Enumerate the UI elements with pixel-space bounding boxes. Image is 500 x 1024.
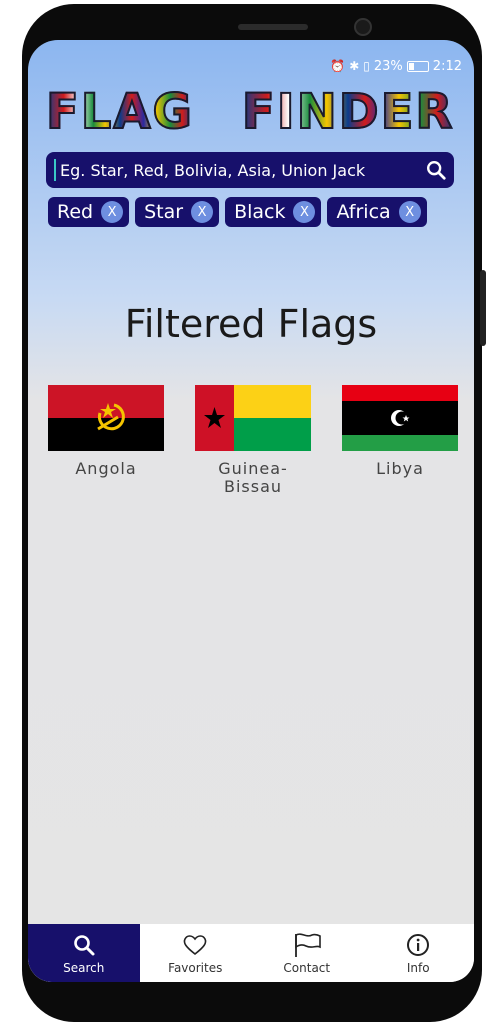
battery-icon: [406, 60, 429, 72]
logo-word-flag: FLAG: [45, 84, 194, 140]
nav-label: Contact: [283, 960, 331, 975]
remove-filter-button[interactable]: X: [191, 201, 214, 223]
flag-name: Angola: [75, 459, 137, 478]
nav-search[interactable]: Search: [28, 924, 140, 982]
search-bar: [46, 152, 454, 188]
nav-info[interactable]: Info: [363, 924, 475, 982]
flag-card-angola[interactable]: Angola: [48, 385, 164, 496]
remove-filter-button[interactable]: X: [398, 201, 421, 223]
remove-filter-button[interactable]: X: [293, 201, 316, 223]
app-logo: FLAG FINDER: [45, 84, 456, 140]
filter-chip-star: Star X: [135, 197, 220, 227]
filter-chip-label: Star: [144, 201, 184, 223]
flag-name: Guinea- Bissau: [218, 459, 288, 496]
guinea-bissau-flag-image: [195, 385, 311, 451]
filter-chip-red: Red X: [48, 197, 130, 227]
nav-label: Favorites: [168, 960, 223, 975]
results-grid: Angola Guinea- Bissau Libya: [48, 385, 458, 496]
flag-icon: [292, 932, 322, 958]
flag-card-guinea-bissau[interactable]: Guinea- Bissau: [195, 385, 311, 496]
search-input[interactable]: [56, 160, 418, 180]
bluetooth-icon: ✱: [349, 59, 360, 73]
filter-chip-black: Black X: [225, 197, 322, 227]
app-screen: ⏰ ✱ ▯ 23% 2:12 FLAG FINDER Red X Star X …: [28, 40, 474, 982]
search-icon: [72, 932, 96, 958]
section-title: Filtered Flags: [124, 302, 378, 346]
status-bar: ⏰ ✱ ▯ 23% 2:12: [330, 58, 462, 74]
filter-chip-label: Black: [234, 201, 286, 223]
nav-label: Search: [63, 960, 105, 975]
libya-flag-image: [342, 385, 458, 451]
search-icon: [427, 161, 446, 180]
side-button: [480, 270, 486, 346]
flag-card-libya[interactable]: Libya: [342, 385, 458, 496]
filter-chip-label: Africa: [336, 201, 391, 223]
clock: 2:12: [432, 58, 462, 74]
remove-filter-button[interactable]: X: [101, 201, 124, 223]
nav-contact[interactable]: Contact: [251, 924, 363, 982]
flag-name: Libya: [376, 459, 424, 478]
speaker: [238, 24, 308, 30]
vibrate-icon: ▯: [363, 59, 370, 73]
alarm-icon: ⏰: [330, 59, 346, 73]
active-filters: Red X Star X Black X Africa X: [48, 197, 458, 227]
nav-label: Info: [406, 960, 430, 975]
front-camera: [354, 18, 372, 36]
filter-chip-label: Red: [57, 201, 94, 223]
battery-percent: 23%: [373, 58, 403, 74]
search-button[interactable]: [418, 152, 454, 188]
heart-icon: [182, 932, 208, 958]
info-icon: [406, 932, 430, 958]
bottom-navigation: Search Favorites Contact Info: [28, 924, 474, 982]
angola-flag-image: [48, 385, 164, 451]
nav-favorites[interactable]: Favorites: [140, 924, 252, 982]
filter-chip-africa: Africa X: [327, 197, 427, 227]
logo-word-finder: FINDER: [241, 84, 455, 140]
